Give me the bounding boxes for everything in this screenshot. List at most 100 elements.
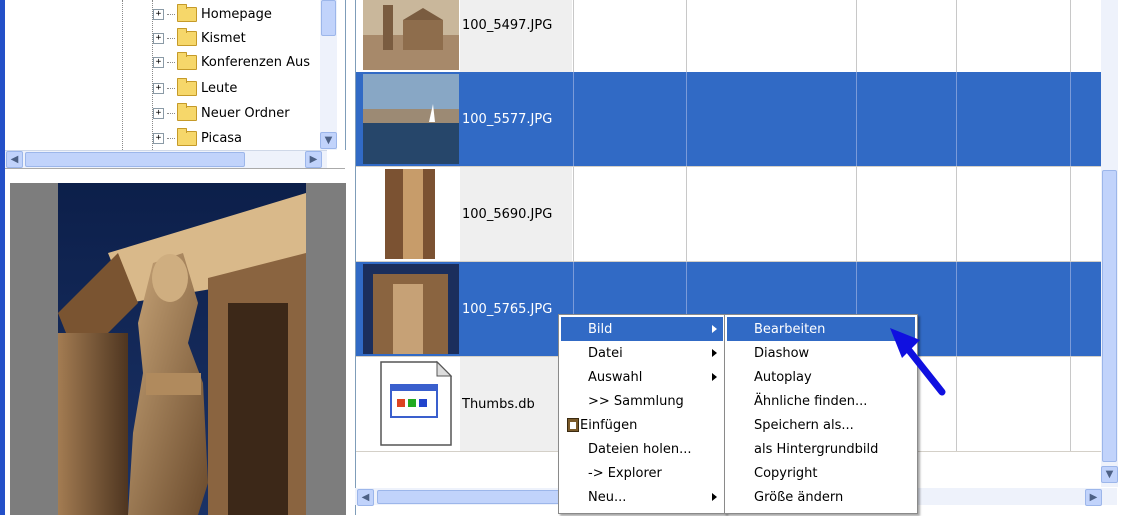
scroll-left-icon[interactable]: ◀: [357, 489, 374, 506]
tree-connector: [167, 87, 175, 89]
file-row[interactable]: 100_5577.JPG: [356, 72, 1116, 167]
temple-statue-photo: [58, 183, 306, 515]
menu-item-label: Bearbeiten: [754, 321, 826, 337]
column-cell: [573, 167, 574, 261]
menu-item-label: Copyright: [754, 465, 818, 481]
tree-item-leute[interactable]: + Leute: [153, 77, 237, 99]
menu-item-sammlung[interactable]: >> Sammlung: [561, 389, 723, 413]
tree-item-label: Konferenzen Aus: [201, 54, 311, 70]
tree-connector: [167, 13, 175, 15]
file-row[interactable]: 100_5497.JPG: [356, 0, 1116, 73]
file-thumbnail[interactable]: [363, 359, 459, 449]
tree-item-neuer-ordner[interactable]: + Neuer Ordner: [153, 102, 290, 124]
expand-icon[interactable]: +: [153, 107, 164, 119]
tree-item-picasa[interactable]: + Picasa: [153, 127, 242, 149]
menu-item-label: Neu...: [588, 489, 627, 505]
column-cell: [686, 0, 687, 72]
column-cell: [1070, 72, 1071, 166]
scroll-down-icon[interactable]: ▼: [1101, 466, 1118, 483]
menu-item-label: als Hintergrundbild: [754, 441, 879, 457]
column-cell: [1070, 167, 1071, 261]
expand-icon[interactable]: +: [153, 32, 164, 44]
file-name[interactable]: 100_5497.JPG: [460, 0, 572, 72]
menu-item-auswahl[interactable]: Auswahl: [561, 365, 723, 389]
menu-item-label: >> Sammlung: [588, 393, 684, 409]
menu-item-label: Datei: [588, 345, 623, 361]
file-thumbnail[interactable]: [363, 169, 459, 259]
column-cell: [856, 167, 857, 261]
tree-item-kismet[interactable]: + Kismet: [153, 27, 246, 49]
menu-item-label: Auswahl: [588, 369, 643, 385]
submenu-item-copyright[interactable]: Copyright: [727, 461, 915, 485]
menu-item-label: Diashow: [754, 345, 810, 361]
tree-connector: [167, 61, 175, 63]
mosque-thumbnail: [363, 0, 459, 70]
submenu-item-hintergrundbild[interactable]: als Hintergrundbild: [727, 437, 915, 461]
submenu-arrow-icon: [712, 373, 717, 381]
list-vertical-scrollbar[interactable]: ▼: [1101, 0, 1118, 487]
submenu-item-groesse-aendern[interactable]: Größe ändern: [727, 485, 915, 509]
menu-item-einfuegen[interactable]: Einfügen: [561, 413, 723, 437]
folder-icon: [177, 51, 197, 70]
menu-item-label: Bild: [588, 321, 613, 337]
tree-horizontal-scrollbar[interactable]: ◀ ▶: [5, 150, 327, 168]
menu-item-explorer[interactable]: -> Explorer: [561, 461, 723, 485]
scroll-right-icon[interactable]: ▶: [305, 151, 322, 168]
menu-item-datei[interactable]: Datei: [561, 341, 723, 365]
column-cell: [956, 167, 957, 261]
blue-pointer-arrow-icon: [890, 328, 946, 396]
scrollbar-thumb[interactable]: [1102, 170, 1117, 462]
tree-item-homepage[interactable]: + Homepage: [153, 3, 272, 25]
tree-vertical-scrollbar[interactable]: ▼: [320, 0, 337, 150]
scroll-right-icon[interactable]: ▶: [1085, 489, 1102, 506]
file-row[interactable]: 100_5690.JPG: [356, 167, 1116, 262]
expand-icon[interactable]: +: [153, 56, 164, 68]
submenu-item-speichern-als[interactable]: Speichern als...: [727, 413, 915, 437]
menu-item-label: Einfügen: [580, 417, 638, 433]
folder-icon: [177, 127, 197, 146]
tree-item-konferenzen[interactable]: + Konferenzen Aus: [153, 51, 310, 73]
expand-icon[interactable]: +: [153, 82, 164, 94]
statue-thumbnail: [363, 264, 459, 354]
tree-connector: [167, 137, 175, 139]
scroll-down-icon[interactable]: ▼: [320, 132, 337, 149]
folder-icon: [177, 102, 197, 121]
tree-item-label: Homepage: [201, 6, 272, 22]
column-cell: [686, 72, 687, 166]
submenu-arrow-icon: [712, 325, 717, 333]
menu-item-label: -> Explorer: [588, 465, 662, 481]
db-file-icon: [363, 359, 459, 449]
tree-item-label: Kismet: [201, 30, 246, 46]
menu-item-dateien-holen[interactable]: Dateien holen...: [561, 437, 723, 461]
scrollbar-thumb[interactable]: [321, 0, 336, 36]
file-name[interactable]: 100_5765.JPG: [460, 262, 572, 356]
file-name[interactable]: Thumbs.db: [460, 357, 572, 451]
context-menu[interactable]: Bild Datei Auswahl >> Sammlung Einfügen …: [558, 314, 726, 514]
tree-guide-line: [122, 0, 123, 150]
file-name[interactable]: 100_5577.JPG: [460, 72, 572, 166]
menu-item-label: Autoplay: [754, 369, 812, 385]
expand-icon[interactable]: +: [153, 132, 164, 144]
menu-item-label: Größe ändern: [754, 489, 844, 505]
column-cell: [956, 72, 957, 166]
folder-icon: [177, 77, 197, 96]
window-border-right: [1118, 0, 1136, 515]
menu-item-bild[interactable]: Bild: [561, 317, 723, 341]
folder-tree[interactable]: + Homepage + Kismet + Konferenzen Aus + Leut…: [5, 0, 346, 150]
file-thumbnail[interactable]: [363, 0, 459, 70]
expand-icon[interactable]: +: [153, 8, 164, 20]
file-name[interactable]: 100_5690.JPG: [460, 167, 572, 261]
file-thumbnail[interactable]: [363, 264, 459, 354]
scroll-left-icon[interactable]: ◀: [6, 151, 23, 168]
column-cell: [1070, 357, 1071, 451]
folder-icon: [177, 3, 197, 22]
file-thumbnail[interactable]: [363, 74, 459, 164]
tree-item-label: Picasa: [201, 130, 243, 146]
scrollbar-thumb[interactable]: [25, 152, 245, 167]
tree-item-label: Leute: [201, 80, 238, 96]
column-cell: [686, 167, 687, 261]
menu-item-neu[interactable]: Neu...: [561, 485, 723, 509]
menu-item-label: Dateien holen...: [588, 441, 692, 457]
column-thumbnail: [363, 169, 459, 259]
column-cell: [856, 0, 857, 72]
